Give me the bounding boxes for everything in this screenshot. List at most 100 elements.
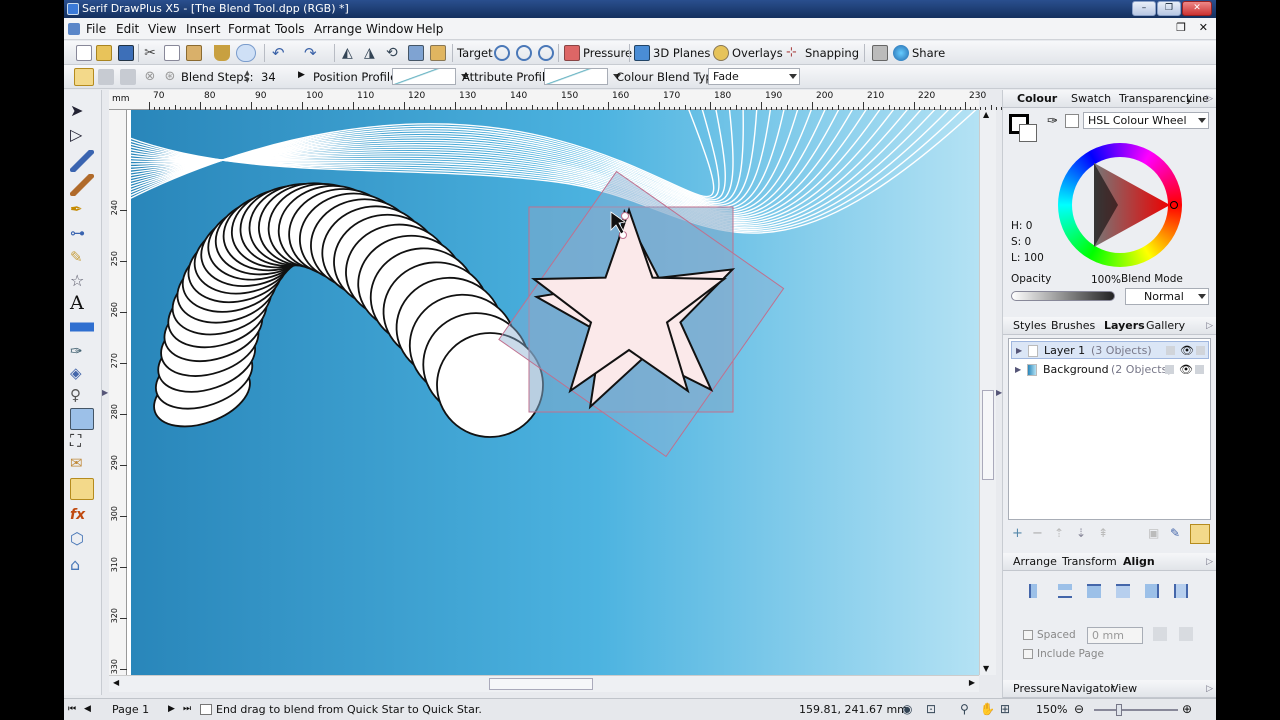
menu-window[interactable]: Window bbox=[366, 22, 413, 36]
format-painter-icon[interactable] bbox=[214, 45, 230, 61]
no-colour-icon[interactable] bbox=[1065, 114, 1079, 128]
move-layer-up-icon[interactable]: ⇡ bbox=[1054, 526, 1064, 540]
layer-properties-icon[interactable]: ▣ bbox=[1148, 526, 1159, 540]
align-centre-icon[interactable] bbox=[1116, 584, 1130, 598]
panel-menu-icon[interactable]: ▷ bbox=[1206, 91, 1213, 108]
zoom-slider-thumb[interactable] bbox=[1116, 704, 1122, 716]
first-page-icon[interactable]: ⏮ bbox=[68, 704, 76, 714]
space-vertical-icon[interactable] bbox=[1179, 627, 1193, 641]
layer-name[interactable]: Layer 1 bbox=[1044, 342, 1085, 360]
zoom-in-icon[interactable]: ⊕ bbox=[1182, 702, 1192, 716]
prev-page-icon[interactable]: ◀ bbox=[84, 704, 91, 714]
pressure-label[interactable]: Pressure bbox=[583, 46, 632, 60]
blend-steps-spinner[interactable]: ▴ ▾ bbox=[245, 69, 250, 86]
spaced-checkbox[interactable] bbox=[1023, 630, 1033, 640]
minimize-button[interactable]: – bbox=[1132, 1, 1156, 16]
quick-shape-tool-icon[interactable]: ☆ bbox=[70, 270, 94, 292]
drawing-canvas[interactable] bbox=[127, 110, 979, 675]
close-button[interactable]: ✕ bbox=[1182, 1, 1212, 16]
node-tool-icon[interactable]: ▷ bbox=[70, 124, 94, 146]
overlays-label[interactable]: Overlays bbox=[732, 46, 783, 60]
layer-lock-icon[interactable] bbox=[1165, 365, 1174, 374]
blend-handle[interactable] bbox=[621, 212, 629, 220]
insert-picture-icon[interactable]: ⌂ bbox=[70, 554, 94, 576]
colour-picker-icon[interactable]: ✑ bbox=[1047, 114, 1058, 129]
tab-styles[interactable]: Styles bbox=[1013, 317, 1046, 334]
delete-layer-icon[interactable]: − bbox=[1032, 526, 1043, 541]
scroll-thumb[interactable] bbox=[489, 678, 593, 690]
tab-transform[interactable]: Transform bbox=[1062, 553, 1117, 570]
fill-tool-icon[interactable]: ◈ bbox=[70, 362, 94, 384]
effects-tool-icon[interactable]: fx bbox=[70, 504, 94, 526]
collapse-panel-icon[interactable]: ▶ bbox=[996, 388, 1002, 397]
new-icon[interactable] bbox=[76, 45, 92, 61]
vertical-scrollbar[interactable]: ▲ ▼ bbox=[979, 110, 996, 675]
blend-mode-dropdown[interactable]: Normal bbox=[1125, 288, 1209, 305]
menu-help[interactable]: Help bbox=[416, 22, 443, 36]
pointer-tool-icon[interactable]: ➤ bbox=[70, 100, 94, 122]
paste-icon[interactable] bbox=[186, 45, 202, 61]
page-label[interactable]: Page 1 bbox=[112, 703, 149, 716]
menu-arrange[interactable]: Arrange bbox=[314, 22, 362, 36]
menu-edit[interactable]: Edit bbox=[116, 22, 139, 36]
3d-tool-icon[interactable]: ⬡ bbox=[70, 528, 94, 550]
scroll-left-icon[interactable]: ◀ bbox=[113, 678, 119, 687]
align-right-icon[interactable] bbox=[1145, 584, 1159, 598]
colour-blend-dropdown[interactable]: Fade bbox=[708, 68, 800, 85]
open-icon[interactable] bbox=[96, 45, 112, 61]
tab-navigator[interactable]: Navigator bbox=[1061, 680, 1115, 697]
menu-view[interactable]: View bbox=[148, 22, 176, 36]
tab-swatch[interactable]: Swatch bbox=[1071, 90, 1111, 107]
align-left-icon[interactable] bbox=[1029, 584, 1043, 598]
blend-tool-icon[interactable] bbox=[74, 68, 94, 86]
move-layer-down-icon[interactable]: ⇣ bbox=[1076, 526, 1086, 540]
blend-option-icon[interactable] bbox=[120, 69, 136, 85]
snapping-icon[interactable]: ⊹ bbox=[786, 45, 802, 61]
layer-row[interactable]: ▶ Layer 1 (3 Objects) 👁 bbox=[1011, 341, 1209, 359]
saturation-triangle[interactable] bbox=[1058, 143, 1182, 267]
zoom-level[interactable]: 150% bbox=[1036, 703, 1067, 716]
connector-tool-icon[interactable]: ⊶ bbox=[70, 222, 94, 244]
blend-steps-value[interactable]: 34 bbox=[261, 70, 276, 84]
layer-options-icon[interactable] bbox=[1190, 524, 1210, 544]
hue-wheel[interactable] bbox=[1058, 143, 1182, 267]
rotate-icon[interactable]: ⟲ bbox=[386, 45, 402, 61]
group-icon[interactable] bbox=[430, 45, 446, 61]
straight-line-tool-icon[interactable]: ✎ bbox=[70, 246, 94, 268]
zoom-fit-icon[interactable]: ⊞ bbox=[1000, 702, 1010, 716]
cut-icon[interactable]: ✂ bbox=[142, 45, 158, 61]
3d-planes-label[interactable]: 3D Planes bbox=[653, 46, 710, 60]
panel-menu-icon[interactable]: ▷ bbox=[1206, 318, 1213, 335]
tab-pressure[interactable]: Pressure bbox=[1013, 680, 1060, 697]
target-shape-icon[interactable] bbox=[516, 45, 532, 61]
pen-tool-icon[interactable]: ✒ bbox=[70, 198, 94, 220]
view-icon[interactable]: ◉ bbox=[902, 702, 912, 716]
3d-planes-icon[interactable] bbox=[634, 45, 650, 61]
transparency-tool-icon[interactable]: ♀ bbox=[70, 384, 94, 406]
update-icon[interactable] bbox=[236, 44, 256, 62]
snapping-label[interactable]: Snapping bbox=[805, 46, 859, 60]
distribute-icon[interactable] bbox=[1174, 584, 1188, 598]
position-profile-dropdown[interactable] bbox=[392, 68, 469, 85]
remove-blend-icon[interactable]: ⊗ bbox=[142, 69, 158, 85]
order-icon[interactable] bbox=[408, 45, 424, 61]
scroll-down-icon[interactable]: ▼ bbox=[983, 664, 989, 673]
edit-layer-icon[interactable]: ✎ bbox=[1170, 526, 1180, 540]
hand-tool-icon[interactable]: ✋ bbox=[980, 702, 995, 716]
tab-layers[interactable]: Layers bbox=[1104, 317, 1145, 334]
layer-lock-icon[interactable] bbox=[1166, 346, 1175, 355]
target-ellipse-icon[interactable] bbox=[494, 45, 510, 61]
tab-brushes[interactable]: Brushes bbox=[1051, 317, 1095, 334]
horizontal-scrollbar[interactable]: ◀ ▶ bbox=[109, 675, 979, 692]
text-tool-icon[interactable]: A bbox=[70, 292, 94, 314]
redo-icon[interactable]: ↷ bbox=[304, 45, 320, 61]
last-page-icon[interactable]: ⏭ bbox=[183, 704, 191, 714]
share-icon[interactable] bbox=[893, 45, 909, 61]
undo-icon[interactable]: ↶ bbox=[272, 45, 288, 61]
target-label[interactable]: Target bbox=[457, 46, 493, 60]
space-horizontal-icon[interactable] bbox=[1153, 627, 1167, 641]
share-label[interactable]: Share bbox=[912, 46, 945, 60]
tab-colour[interactable]: Colour bbox=[1017, 90, 1057, 107]
target-intersect-icon[interactable] bbox=[538, 45, 554, 61]
tab-view[interactable]: View bbox=[1111, 680, 1137, 697]
